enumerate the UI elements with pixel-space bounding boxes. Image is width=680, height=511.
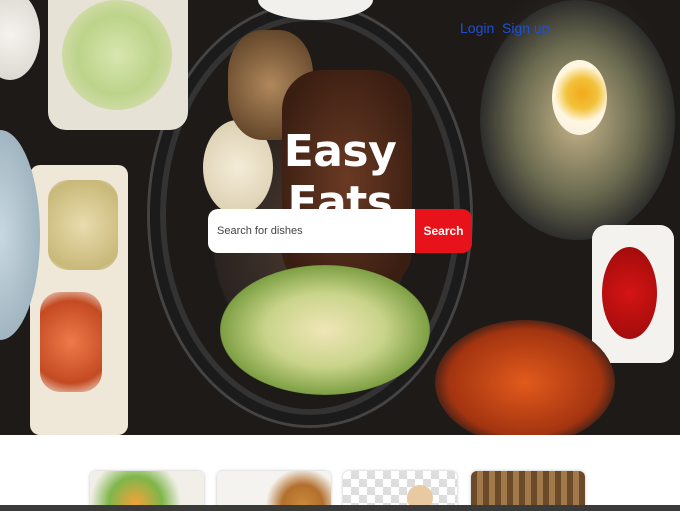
search-bar: Search [208, 209, 472, 253]
vegetables-image-decoration [220, 265, 430, 395]
search-input[interactable] [208, 209, 415, 253]
salad-image-decoration [62, 0, 172, 110]
stew-image-decoration [435, 320, 615, 435]
login-link[interactable]: Login [460, 20, 494, 38]
egg-image-decoration [552, 60, 607, 135]
kimchi-image-decoration [40, 292, 102, 392]
rice-image-decoration [0, 0, 40, 80]
sauce-image-decoration [602, 247, 657, 339]
featured-dishes [0, 435, 680, 511]
hero-banner: Login Sign up Easy Eats Search [0, 0, 680, 435]
signup-link[interactable]: Sign up [502, 20, 549, 38]
search-button[interactable]: Search [415, 209, 472, 253]
sprouts-image-decoration [48, 180, 118, 270]
window-bottom-edge [0, 505, 680, 511]
